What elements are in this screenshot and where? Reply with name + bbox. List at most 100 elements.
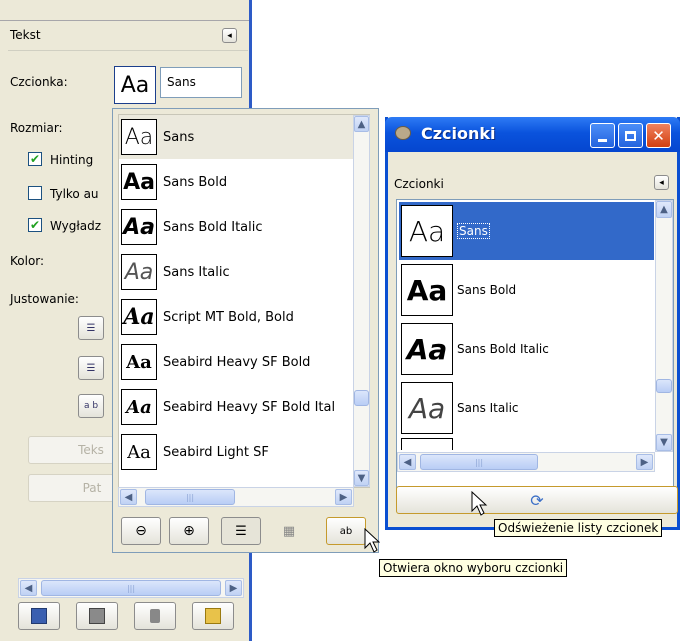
- font-name: Sans Bold: [457, 283, 517, 297]
- close-icon: ✕: [652, 126, 665, 145]
- font-name: Script MT Bold, Bold: [163, 309, 294, 325]
- justify-label: Justowanie:: [10, 292, 79, 306]
- fonts-tab-label: Czcionki: [394, 177, 444, 191]
- align-right-icon: ☰: [86, 362, 96, 374]
- reset-icon: [205, 608, 221, 624]
- scroll-thumb[interactable]: |||: [145, 489, 235, 505]
- horizontal-scrollbar[interactable]: ◀ ||| ▶: [397, 452, 655, 472]
- font-preview: Aa: [121, 254, 157, 290]
- scroll-thumb[interactable]: [656, 379, 672, 393]
- open-font-dialog-button[interactable]: ab: [326, 517, 366, 545]
- font-preview: Aa: [121, 299, 157, 335]
- minimize-button[interactable]: [590, 123, 615, 148]
- horizontal-scrollbar[interactable]: ◀ ||| ▶: [118, 487, 354, 507]
- horizontal-scrollbar[interactable]: ◀ ||| ▶: [18, 578, 244, 598]
- scroll-up-icon[interactable]: ▲: [656, 201, 672, 218]
- scroll-right-icon[interactable]: ▶: [636, 454, 653, 470]
- font-preview: Aa: [121, 209, 157, 245]
- antialias-checkbox[interactable]: ✔: [28, 218, 42, 232]
- font-dialog-icon: ab: [339, 525, 353, 537]
- scroll-right-icon[interactable]: ▶: [225, 580, 242, 596]
- font-dropdown-popup: Aa Sans Aa Sans Bold Aa Sans Bold Italic…: [112, 108, 379, 553]
- scroll-thumb[interactable]: [354, 390, 369, 406]
- save-icon: [31, 608, 47, 624]
- tab-menu-button[interactable]: ◂: [654, 175, 669, 190]
- triangle-left-icon: ◂: [227, 30, 232, 41]
- text-editor-button-label: Teks: [78, 443, 104, 457]
- panel-menu-button[interactable]: ◂: [222, 28, 237, 43]
- vertical-scrollbar[interactable]: ▲ ▼: [655, 200, 673, 452]
- list-item[interactable]: Aa Sans Italic: [119, 250, 357, 294]
- color-label: Kolor:: [10, 254, 45, 268]
- font-preview-partial: [401, 438, 453, 450]
- fonts-list: Aa Sans Aa Sans Bold Aa Sans Bold Italic…: [396, 199, 674, 491]
- list-item[interactable]: Aa Sans: [119, 115, 357, 159]
- reset-options-button[interactable]: [192, 602, 234, 630]
- font-preview: Aa: [121, 344, 157, 380]
- fonts-window: Czcionki ◂ Aa Sans Aa Sans Bold Aa Sans …: [385, 117, 680, 530]
- list-view-icon: ☰: [235, 523, 247, 539]
- justify-fill-button[interactable]: a b: [78, 394, 104, 418]
- scroll-thumb[interactable]: |||: [420, 454, 538, 470]
- save-options-button[interactable]: [18, 602, 60, 630]
- font-preview: Aa: [401, 382, 453, 434]
- list-item[interactable]: Aa Sans Bold: [119, 160, 357, 204]
- hinting-checkbox[interactable]: ✔: [28, 152, 42, 166]
- list-item[interactable]: Aa Script MT Bold, Bold: [119, 295, 357, 339]
- justify-left-button[interactable]: ☰: [78, 316, 104, 340]
- font-preview-button[interactable]: Aa: [114, 66, 156, 104]
- font-name-value: Sans: [167, 75, 196, 89]
- font-preview: Aa: [121, 389, 157, 425]
- font-name-input[interactable]: Sans: [160, 67, 242, 98]
- vertical-scrollbar[interactable]: ▲ ▼: [353, 115, 370, 487]
- scroll-thumb[interactable]: |||: [41, 580, 221, 596]
- scroll-right-icon[interactable]: ▶: [335, 489, 352, 505]
- list-view-button[interactable]: ☰: [221, 517, 261, 545]
- grid-view-button[interactable]: ▦: [269, 517, 309, 545]
- antialias-label: Wygładz: [50, 219, 102, 233]
- scroll-up-icon[interactable]: ▲: [354, 116, 369, 132]
- list-item[interactable]: Aa Seabird Heavy SF Bold: [119, 340, 357, 384]
- zoom-in-button[interactable]: ⊕: [169, 517, 209, 545]
- minimize-icon: [598, 139, 607, 142]
- close-button[interactable]: ✕: [646, 123, 671, 148]
- list-item[interactable]: Aa Seabird Heavy SF Bold Ital: [119, 385, 357, 429]
- mouse-cursor-icon: [471, 491, 488, 516]
- list-item[interactable]: Aa Seabird Light SF: [119, 430, 357, 474]
- delete-options-button[interactable]: [134, 602, 176, 630]
- font-name: Sans Bold Italic: [163, 219, 263, 235]
- list-item[interactable]: Aa Sans: [399, 202, 654, 260]
- zoom-out-button[interactable]: ⊖: [121, 517, 161, 545]
- zoom-out-icon: ⊖: [135, 523, 147, 539]
- path-from-text-button[interactable]: Pat: [28, 474, 114, 502]
- justify-right-button[interactable]: ☰: [78, 356, 104, 380]
- scroll-left-icon[interactable]: ◀: [399, 454, 416, 470]
- scroll-down-icon[interactable]: ▼: [354, 470, 369, 486]
- font-name: Sans Italic: [163, 264, 230, 280]
- panel-title: Tekst: [10, 28, 41, 42]
- zoom-in-icon: ⊕: [183, 523, 195, 539]
- autohint-checkbox[interactable]: [28, 186, 42, 200]
- list-item[interactable]: Aa Sans Bold: [399, 261, 654, 319]
- font-preview: Aa: [401, 323, 453, 375]
- font-preview-glyph: Aa: [120, 72, 150, 98]
- fonts-window-titlebar[interactable]: Czcionki ✕: [385, 117, 680, 152]
- list-item[interactable]: Aa Sans Italic: [399, 379, 654, 437]
- font-label: Czcionka:: [10, 75, 68, 89]
- list-item[interactable]: Aa Sans Bold Italic: [399, 320, 654, 378]
- scroll-left-icon[interactable]: ◀: [20, 580, 37, 596]
- refresh-icon: ⟳: [530, 490, 544, 510]
- font-name: Sans: [163, 129, 195, 145]
- scroll-left-icon[interactable]: ◀: [120, 489, 137, 505]
- scroll-down-icon[interactable]: ▼: [656, 434, 672, 451]
- font-name: Seabird Heavy SF Bold: [163, 354, 311, 370]
- list-item[interactable]: Aa Sans Bold Italic: [119, 205, 357, 249]
- hinting-label: Hinting: [50, 153, 94, 167]
- grid-view-icon: ▦: [282, 523, 296, 539]
- refresh-fonts-button[interactable]: ⟳: [396, 486, 678, 514]
- restore-options-button[interactable]: [76, 602, 118, 630]
- panel-top-divider: [0, 20, 249, 21]
- maximize-button[interactable]: [618, 123, 643, 148]
- text-editor-button[interactable]: Teks: [28, 436, 114, 464]
- divider: [8, 50, 248, 51]
